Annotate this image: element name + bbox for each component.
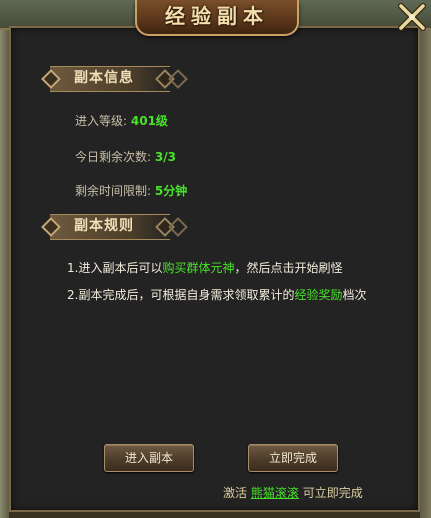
info-label: 今日剩余次数: <box>75 150 152 164</box>
rule-line-2: 2.副本完成后，可根据自身需求领取累计的经验奖励档次 <box>67 286 366 303</box>
rule-line-1: 1.进入副本后可以购买群体元神，然后点击开始刷怪 <box>67 259 342 276</box>
section-title-info: 副本信息 <box>74 70 134 86</box>
info-row-level: 进入等级: 401级 <box>75 112 168 129</box>
note-prefix: 激活 <box>223 486 248 500</box>
info-value: 401级 <box>130 114 168 128</box>
info-value: 5分钟 <box>154 184 188 198</box>
info-value: 3/3 <box>154 150 176 164</box>
section-title-rules: 副本规则 <box>74 218 134 234</box>
dialog-title: 经验副本 <box>165 4 269 28</box>
rule-highlight: 经验奖励 <box>294 288 343 302</box>
note-suffix: 可立即完成 <box>302 486 363 500</box>
section-header-rules: 副本规则 <box>40 214 240 240</box>
dialog-frame: 经验副本 副本信息 进入等级: 401级 今日剩余次数: 3/3 剩余时间限制:… <box>0 0 431 518</box>
rule-text: ，然后点击开始刷怪 <box>234 261 343 275</box>
info-row-time-limit: 剩余时间限制: 5分钟 <box>75 182 187 199</box>
close-icon <box>398 3 426 31</box>
section-header-info: 副本信息 <box>40 66 240 92</box>
frame-right-border <box>420 0 431 518</box>
info-row-remaining-times: 今日剩余次数: 3/3 <box>75 148 176 165</box>
info-label: 剩余时间限制: <box>75 184 152 198</box>
enter-dungeon-button[interactable]: 进入副本 <box>104 444 194 472</box>
activate-note: 激活 熊猫滚滚 可立即完成 <box>223 484 363 501</box>
rule-text: 1.进入副本后可以 <box>67 261 163 275</box>
rule-highlight: 购买群体元神 <box>162 261 235 275</box>
rule-text: 档次 <box>342 288 367 302</box>
title-plate: 经验副本 <box>135 0 299 36</box>
diamond-ornament-icon <box>168 217 188 237</box>
diamond-ornament-icon <box>168 69 188 89</box>
info-label: 进入等级: <box>75 114 128 128</box>
close-button[interactable] <box>397 2 427 32</box>
panda-link[interactable]: 熊猫滚滚 <box>251 486 299 500</box>
complete-now-button[interactable]: 立即完成 <box>248 444 338 472</box>
rule-text: 2.副本完成后，可根据自身需求领取累计的 <box>67 288 295 302</box>
frame-left-border <box>0 0 9 518</box>
